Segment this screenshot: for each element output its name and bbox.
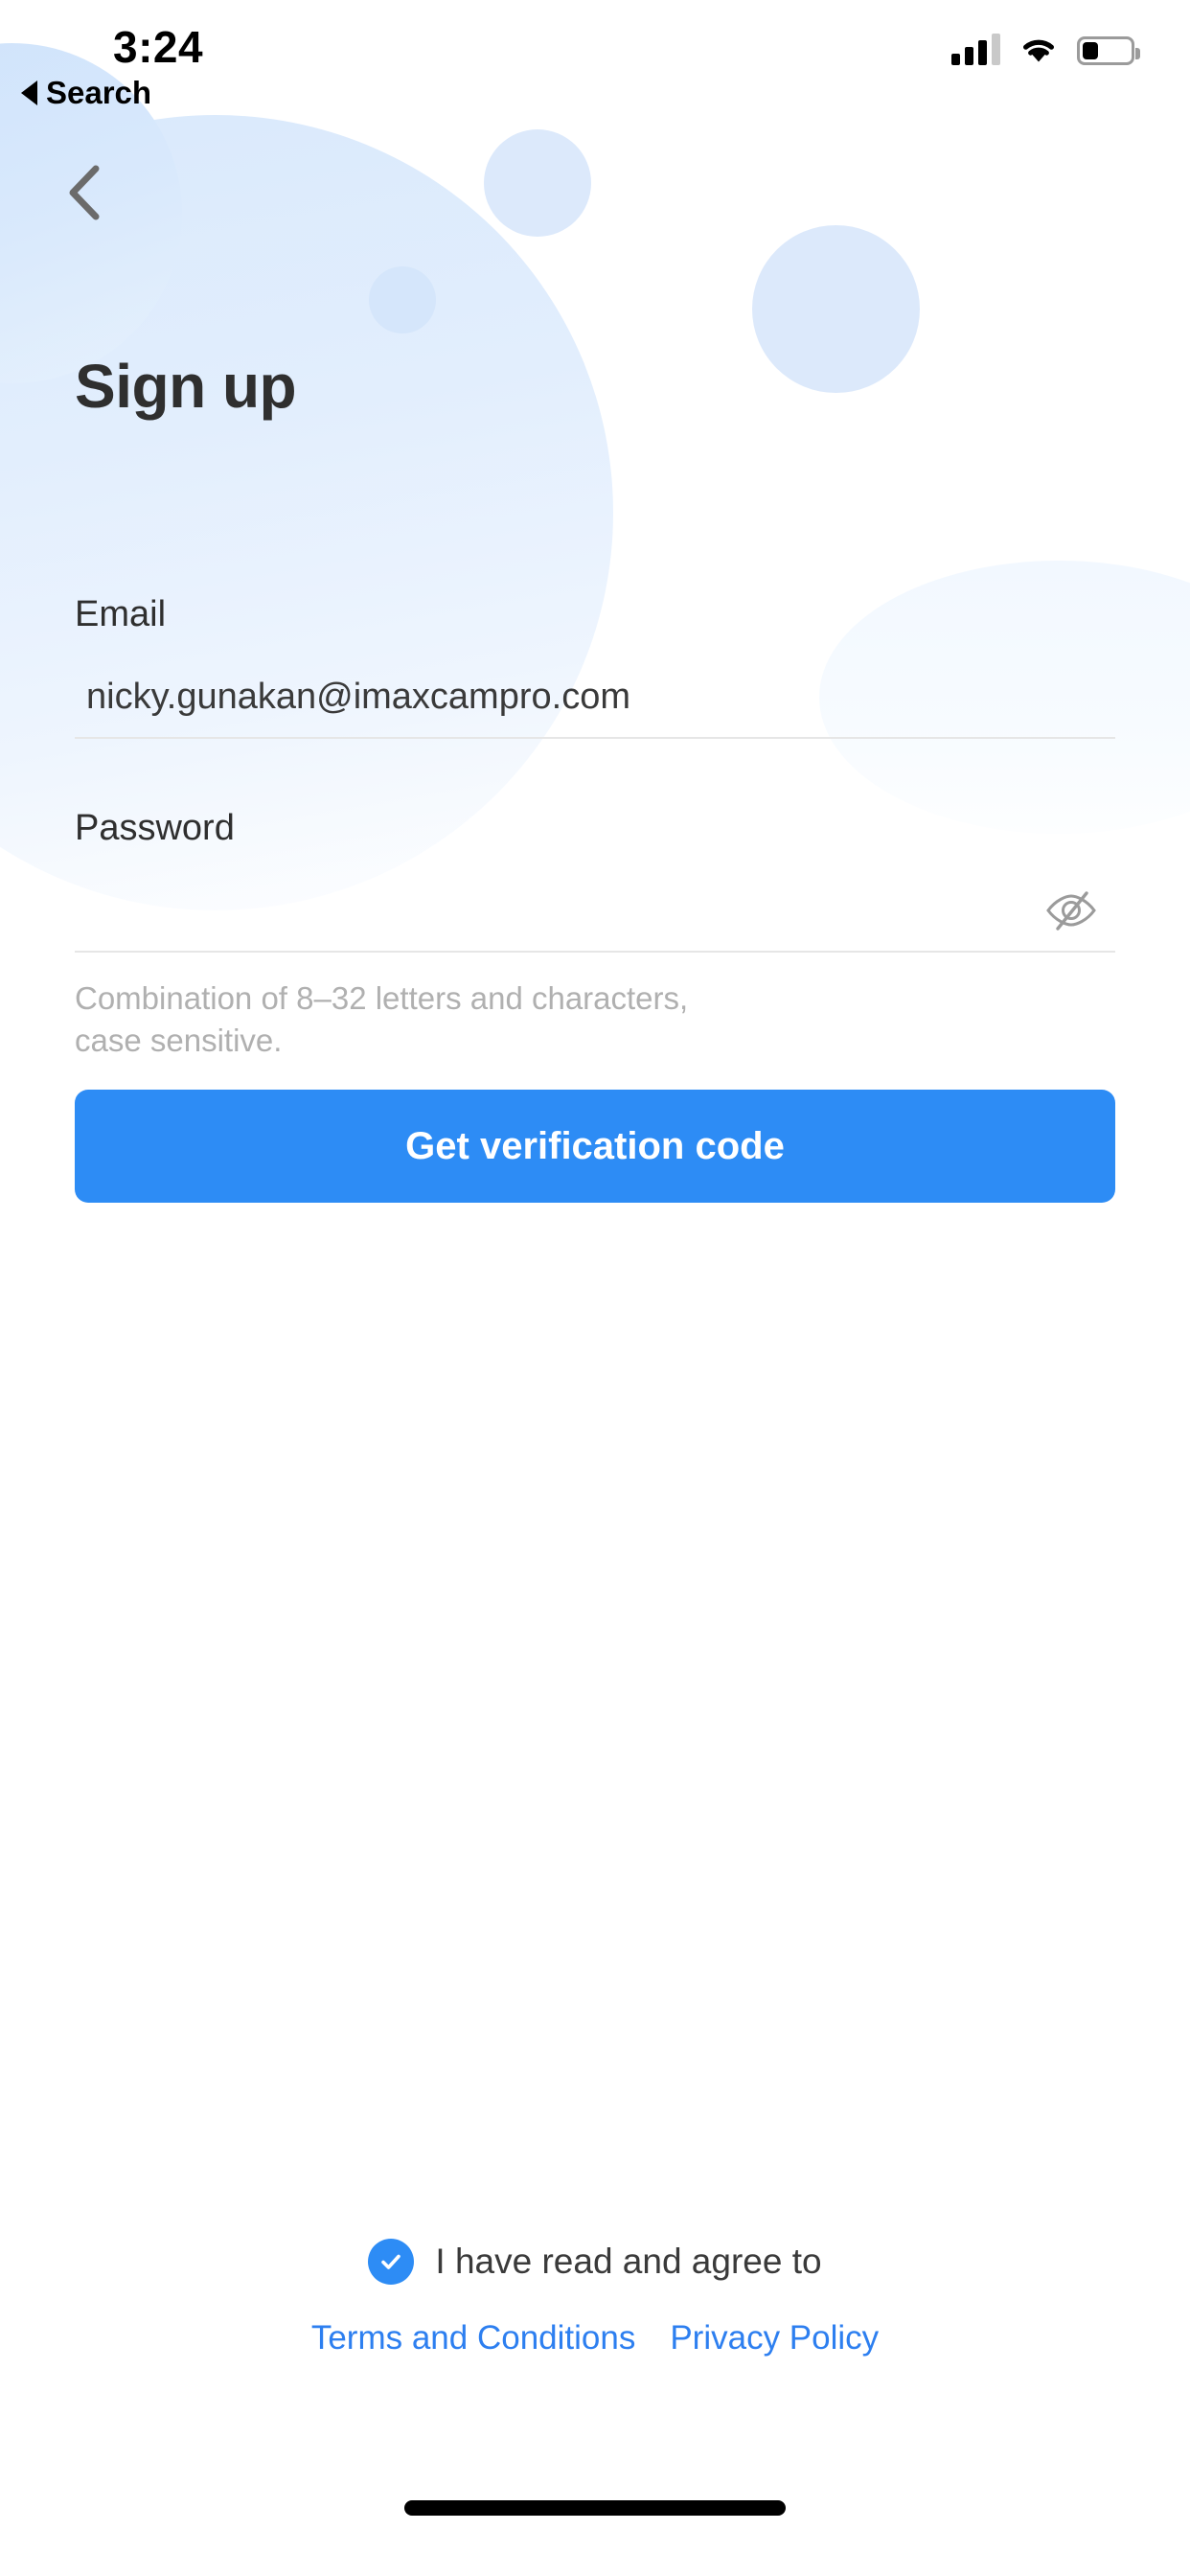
signup-form: Email nicky.gunakan@imaxcampro.com Passw… (75, 594, 1115, 1204)
email-field-group: Email nicky.gunakan@imaxcampro.com (75, 594, 1115, 739)
triangle-left-icon (21, 80, 37, 105)
wifi-icon (1023, 39, 1054, 62)
email-label: Email (75, 594, 167, 634)
get-verification-code-button[interactable]: Get verification code (75, 1090, 1115, 1204)
back-to-app-button[interactable]: Search (21, 75, 151, 111)
legal-links: Terms and Conditions Privacy Policy (0, 2319, 1190, 2358)
status-bar: 3:24 (0, 0, 1190, 105)
footer: I have read and agree to Terms and Condi… (0, 2239, 1190, 2358)
agreement-checkbox[interactable] (368, 2239, 415, 2285)
status-bar-clock: 3:24 (113, 22, 204, 72)
decorative-circle-small-top (484, 129, 591, 237)
privacy-policy-link[interactable]: Privacy Policy (670, 2319, 879, 2358)
page-title: Sign up (75, 352, 297, 421)
decorative-circle-mid-right (752, 225, 920, 393)
signup-screen: 3:24 Search Sign up Email nicky.gunakan@… (0, 0, 1190, 2576)
cellular-signal-icon (951, 33, 1000, 65)
password-label: Password (75, 808, 235, 848)
agreement-label: I have read and agree to (435, 2242, 822, 2281)
password-visibility-toggle[interactable] (1042, 887, 1100, 933)
battery-icon (1077, 36, 1140, 65)
eye-off-icon (1046, 891, 1096, 931)
password-field-group: Password Combination of 8–32 letters and… (75, 808, 1115, 1061)
decorative-circle-small-nub (369, 266, 436, 334)
back-to-app-label: Search (46, 75, 152, 110)
status-bar-indicators (951, 33, 1140, 65)
terms-and-conditions-link[interactable]: Terms and Conditions (311, 2319, 636, 2358)
password-hint: Combination of 8–32 letters and characte… (75, 980, 689, 1058)
agreement-row: I have read and agree to (0, 2239, 1190, 2285)
back-button[interactable] (44, 151, 126, 234)
email-input-value: nicky.gunakan@imaxcampro.com (86, 676, 630, 717)
check-icon (381, 2254, 401, 2269)
home-indicator[interactable] (404, 2500, 786, 2516)
email-input[interactable]: nicky.gunakan@imaxcampro.com (75, 656, 1115, 739)
password-input[interactable] (75, 870, 1115, 953)
